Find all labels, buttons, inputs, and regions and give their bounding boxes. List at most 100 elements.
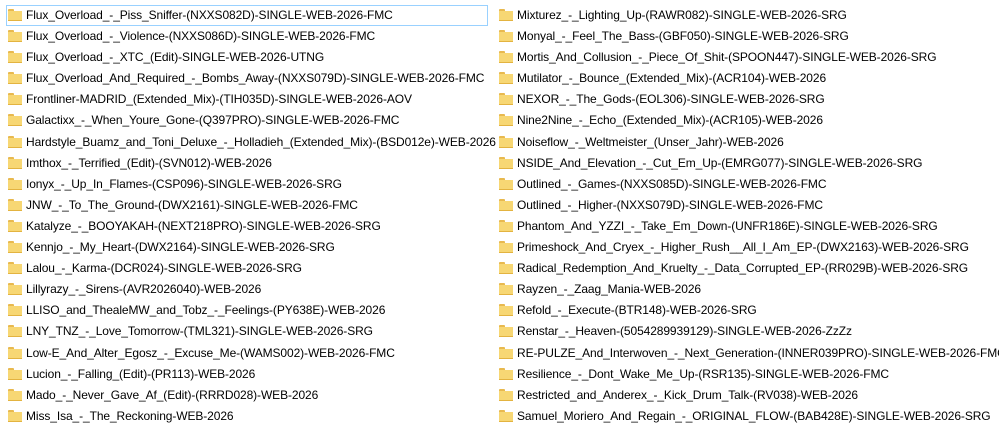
folder-name: Kennjo_-_My_Heart-(DWX2164)-SINGLE-WEB-2… (26, 240, 335, 255)
folder-name: Katalyze_-_BOOYAKAH-(NEXT218PRO)-SINGLE-… (26, 218, 381, 233)
list-item[interactable]: Nine2Nine_-_Echo_(Extended_Mix)-(ACR105)… (497, 110, 997, 131)
folder-name: Miss_Isa_-_The_Reckoning-WEB-2026 (26, 408, 234, 423)
list-item[interactable]: Miss_Isa_-_The_Reckoning-WEB-2026 (6, 406, 488, 427)
folder-icon (499, 346, 513, 359)
list-item[interactable]: Mado_-_Never_Gave_Af_(Edit)-(RRRD028)-WE… (6, 385, 488, 406)
folder-name: Rayzen_-_Zaag_Mania-WEB-2026 (517, 282, 701, 297)
folder-name: Restricted_and_Anderex_-_Kick_Drum_Talk-… (517, 387, 859, 402)
list-item[interactable]: NEXOR_-_The_Gods-(EOL306)-SINGLE-WEB-202… (497, 89, 997, 110)
list-item[interactable]: Galactixx_-_When_Youre_Gone-(Q397PRO)-SI… (6, 110, 488, 131)
list-item[interactable]: Flux_Overload_-_Violence-(NXXS086D)-SING… (6, 26, 488, 47)
list-item[interactable]: Lillyrazy_-_Sirens-(AVR2026040)-WEB-2026 (6, 279, 488, 300)
folder-name: Refold_-_Execute-(BTR148)-WEB-2026-SRG (517, 303, 757, 318)
list-item[interactable]: Outlined_-_Games-(NXXS085D)-SINGLE-WEB-2… (497, 174, 997, 195)
list-item[interactable]: Primeshock_And_Cryex_-_Higher_Rush__All_… (497, 237, 997, 258)
list-item[interactable]: Mutilator_-_Bounce_(Extended_Mix)-(ACR10… (497, 68, 997, 89)
folder-name: Imthox_-_Terrified_(Edit)-(SVN012)-WEB-2… (26, 155, 272, 170)
list-item[interactable]: NSIDE_And_Elevation_-_Cut_Em_Up-(EMRG077… (497, 153, 997, 174)
list-item[interactable]: RE-PULZE_And_Interwoven_-_Next_Generatio… (497, 343, 999, 364)
folder-icon (499, 219, 513, 232)
list-item[interactable]: Low-E_And_Alter_Egosz_-_Excuse_Me-(WAMS0… (6, 343, 488, 364)
folder-icon (499, 283, 513, 296)
folder-name: Mortis_And_Collusion_-_Piece_Of_Shit-(SP… (517, 50, 937, 65)
folder-name: Low-E_And_Alter_Egosz_-_Excuse_Me-(WAMS0… (26, 345, 395, 360)
folder-name: Outlined_-_Higher-(NXXS079D)-SINGLE-WEB-… (517, 197, 823, 212)
list-item[interactable]: Samuel_Moriero_And_Regain_-_ORIGINAL_FLO… (497, 406, 997, 427)
folder-icon (499, 409, 513, 422)
list-item[interactable]: Renstar_-_Heaven-(5054289939129)-SINGLE-… (497, 321, 997, 342)
folder-icon (8, 135, 22, 148)
folder-icon (8, 198, 22, 211)
list-item[interactable]: Flux_Overload_And_Required_-_Bombs_Away-… (6, 68, 488, 89)
folder-name: RE-PULZE_And_Interwoven_-_Next_Generatio… (517, 345, 999, 360)
folder-icon (8, 346, 22, 359)
folder-icon (499, 51, 513, 64)
list-item[interactable]: Mortis_And_Collusion_-_Piece_Of_Shit-(SP… (497, 47, 997, 68)
folder-icon (8, 114, 22, 127)
folder-name: Galactixx_-_When_Youre_Gone-(Q397PRO)-SI… (26, 113, 400, 128)
list-item[interactable]: Hardstyle_Buamz_and_Toni_Deluxe_-_Hollad… (6, 132, 496, 153)
folder-name: Lucion_-_Falling_(Edit)-(PR113)-WEB-2026 (26, 366, 256, 381)
folder-icon (8, 262, 22, 275)
folder-name: Samuel_Moriero_And_Regain_-_ORIGINAL_FLO… (517, 408, 991, 423)
folder-name: Hardstyle_Buamz_and_Toni_Deluxe_-_Hollad… (26, 134, 496, 149)
list-item[interactable]: Refold_-_Execute-(BTR148)-WEB-2026-SRG (497, 300, 997, 321)
list-item[interactable]: Flux_Overload_-_XTC_(Edit)-SINGLE-WEB-20… (6, 47, 488, 68)
folder-icon (8, 241, 22, 254)
folder-name: LNY_TNZ_-_Love_Tomorrow-(TML321)-SINGLE-… (26, 324, 373, 339)
list-item[interactable]: Katalyze_-_BOOYAKAH-(NEXT218PRO)-SINGLE-… (6, 216, 488, 237)
list-item[interactable]: Imthox_-_Terrified_(Edit)-(SVN012)-WEB-2… (6, 153, 488, 174)
list-item[interactable]: Radical_Redemption_And_Kruelty_-_Data_Co… (497, 258, 997, 279)
list-item[interactable]: Phantom_And_YZZI_-_Take_Em_Down-(UNFR186… (497, 216, 997, 237)
list-item[interactable]: LLISO_and_ThealeMW_and_Tobz_-_Feelings-(… (6, 300, 488, 321)
list-item[interactable]: Restricted_and_Anderex_-_Kick_Drum_Talk-… (497, 385, 997, 406)
folder-icon (499, 241, 513, 254)
list-item[interactable]: LNY_TNZ_-_Love_Tomorrow-(TML321)-SINGLE-… (6, 321, 488, 342)
list-item[interactable]: Mixturez_-_Lighting_Up-(RAWR082)-SINGLE-… (497, 5, 997, 26)
folder-name: LLISO_and_ThealeMW_and_Tobz_-_Feelings-(… (26, 303, 386, 318)
folder-name: Noiseflow_-_Weltmeister_(Unser_Jahr)-WEB… (517, 134, 784, 149)
folder-icon (499, 114, 513, 127)
folder-name: Renstar_-_Heaven-(5054289939129)-SINGLE-… (517, 324, 852, 339)
folder-icon (8, 304, 22, 317)
folder-name: NSIDE_And_Elevation_-_Cut_Em_Up-(EMRG077… (517, 155, 923, 170)
folder-icon (499, 325, 513, 338)
folder-icon (499, 30, 513, 43)
folder-name: Primeshock_And_Cryex_-_Higher_Rush__All_… (517, 240, 969, 255)
folder-icon (499, 135, 513, 148)
list-item[interactable]: Outlined_-_Higher-(NXXS079D)-SINGLE-WEB-… (497, 195, 997, 216)
folder-name: Monyal_-_Feel_The_Bass-(GBF050)-SINGLE-W… (517, 29, 849, 44)
folder-name: Radical_Redemption_And_Kruelty_-_Data_Co… (517, 261, 969, 276)
list-item[interactable]: Kennjo_-_My_Heart-(DWX2164)-SINGLE-WEB-2… (6, 237, 488, 258)
folder-name: Lillyrazy_-_Sirens-(AVR2026040)-WEB-2026 (26, 282, 262, 297)
list-item[interactable]: Frontliner-MADRID_(Extended_Mix)-(TIH035… (6, 89, 488, 110)
list-column-left: Flux_Overload_-_Piss_Sniffer-(NXXS082D)-… (6, 5, 496, 427)
folder-icon (8, 325, 22, 338)
folder-name: Flux_Overload_And_Required_-_Bombs_Away-… (26, 71, 485, 86)
folder-icon (8, 9, 22, 21)
folder-icon (499, 304, 513, 317)
list-item[interactable]: Lalou_-_Karma-(DCR024)-SINGLE-WEB-2026-S… (6, 258, 488, 279)
list-item[interactable]: JNW_-_To_The_Ground-(DWX2161)-SINGLE-WEB… (6, 195, 488, 216)
folder-name: Mutilator_-_Bounce_(Extended_Mix)-(ACR10… (517, 71, 827, 86)
list-item[interactable]: Flux_Overload_-_Piss_Sniffer-(NXXS082D)-… (6, 5, 488, 27)
list-item[interactable]: Monyal_-_Feel_The_Bass-(GBF050)-SINGLE-W… (497, 26, 997, 47)
folder-icon (499, 367, 513, 380)
folder-icon (8, 93, 22, 106)
list-item[interactable]: Ionyx_-_Up_In_Flames-(CSP096)-SINGLE-WEB… (6, 174, 488, 195)
folder-icon (8, 30, 22, 43)
folder-icon (499, 262, 513, 275)
folder-name: Nine2Nine_-_Echo_(Extended_Mix)-(ACR105)… (517, 113, 823, 128)
folder-list-view[interactable]: Flux_Overload_-_Piss_Sniffer-(NXXS082D)-… (0, 0, 999, 432)
list-item[interactable]: Lucion_-_Falling_(Edit)-(PR113)-WEB-2026 (6, 364, 488, 385)
list-column-right: Mixturez_-_Lighting_Up-(RAWR082)-SINGLE-… (497, 5, 999, 427)
folder-icon (8, 219, 22, 232)
list-item[interactable]: Noiseflow_-_Weltmeister_(Unser_Jahr)-WEB… (497, 132, 997, 153)
folder-icon (8, 72, 22, 85)
list-item[interactable]: Rayzen_-_Zaag_Mania-WEB-2026 (497, 279, 997, 300)
folder-name: Ionyx_-_Up_In_Flames-(CSP096)-SINGLE-WEB… (26, 176, 342, 191)
folder-icon (499, 9, 513, 21)
folder-name: Outlined_-_Games-(NXXS085D)-SINGLE-WEB-2… (517, 176, 827, 191)
folder-name: NEXOR_-_The_Gods-(EOL306)-SINGLE-WEB-202… (517, 92, 825, 107)
list-item[interactable]: Resilience_-_Dont_Wake_Me_Up-(RSR135)-SI… (497, 364, 997, 385)
